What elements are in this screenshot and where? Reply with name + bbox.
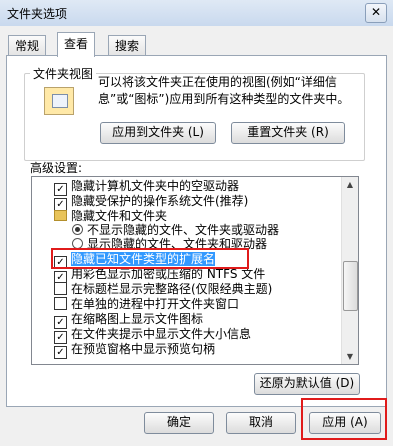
advanced-settings-list[interactable]: ✓ 隐藏计算机文件夹中的空驱动器 ✓ 隐藏受保护的操作系统文件(推荐) 隐藏文件和文… bbox=[31, 176, 359, 365]
radio-button[interactable] bbox=[72, 224, 83, 235]
highlight-annotation bbox=[301, 398, 387, 440]
advanced-settings-label: 高级设置: bbox=[30, 161, 83, 175]
list-item[interactable]: 不显示隐藏的文件、文件夹或驱动器 bbox=[72, 223, 279, 238]
close-button[interactable]: ✕ bbox=[365, 3, 387, 23]
folder-views-title: 文件夹视图 bbox=[30, 65, 97, 82]
highlight-annotation bbox=[51, 248, 249, 269]
list-item[interactable]: ✓ 在预览窗格中显示预览句柄 bbox=[54, 342, 215, 359]
scrollbar-thumb[interactable] bbox=[343, 261, 358, 311]
list-item[interactable]: ✓ 用彩色显示加密或压缩的 NTFS 文件 bbox=[54, 267, 265, 284]
folder-view-icon bbox=[44, 87, 74, 115]
tab-general[interactable]: 常规 bbox=[8, 35, 47, 56]
window-title: 文件夹选项 bbox=[7, 7, 68, 21]
apply-to-folders-button[interactable]: 应用到文件夹 (L) bbox=[100, 122, 216, 144]
folder-views-description: 可以将该文件夹正在使用的视图(例如“详细信息”或“图标”)应用到所有这种类型的文… bbox=[98, 75, 350, 106]
list-item[interactable]: ✓ 隐藏计算机文件夹中的空驱动器 bbox=[54, 179, 239, 196]
tab-view[interactable]: 查看 bbox=[57, 32, 96, 57]
folder-icon bbox=[54, 210, 67, 221]
list-item: 隐藏文件和文件夹 bbox=[54, 209, 167, 224]
restore-defaults-button[interactable]: 还原为默认值 (D) bbox=[254, 373, 360, 395]
checkbox[interactable] bbox=[54, 297, 67, 310]
reset-folders-button[interactable]: 重置文件夹 (R) bbox=[231, 122, 345, 144]
list-item[interactable]: ✓ 在缩略图上显示文件图标 bbox=[54, 312, 203, 329]
checkbox[interactable]: ✓ bbox=[54, 346, 67, 359]
scroll-up-arrow-icon[interactable]: ▲ bbox=[342, 177, 358, 192]
title-bar: 文件夹选项 ✕ bbox=[0, 0, 393, 26]
cancel-button[interactable]: 取消 bbox=[226, 412, 296, 434]
checkbox[interactable] bbox=[54, 282, 67, 295]
ok-button[interactable]: 确定 bbox=[144, 412, 214, 434]
list-item[interactable]: 在单独的进程中打开文件夹窗口 bbox=[54, 297, 239, 312]
vertical-scrollbar[interactable]: ▲ ▼ bbox=[341, 177, 358, 364]
tab-search[interactable]: 搜索 bbox=[108, 35, 147, 56]
list-item[interactable]: ✓ 隐藏受保护的操作系统文件(推荐) bbox=[54, 194, 248, 211]
scroll-down-arrow-icon[interactable]: ▼ bbox=[342, 349, 358, 364]
list-item[interactable]: ✓ 在文件夹提示中显示文件大小信息 bbox=[54, 327, 251, 344]
list-item[interactable]: 在标题栏显示完整路径(仅限经典主题) bbox=[54, 282, 272, 297]
